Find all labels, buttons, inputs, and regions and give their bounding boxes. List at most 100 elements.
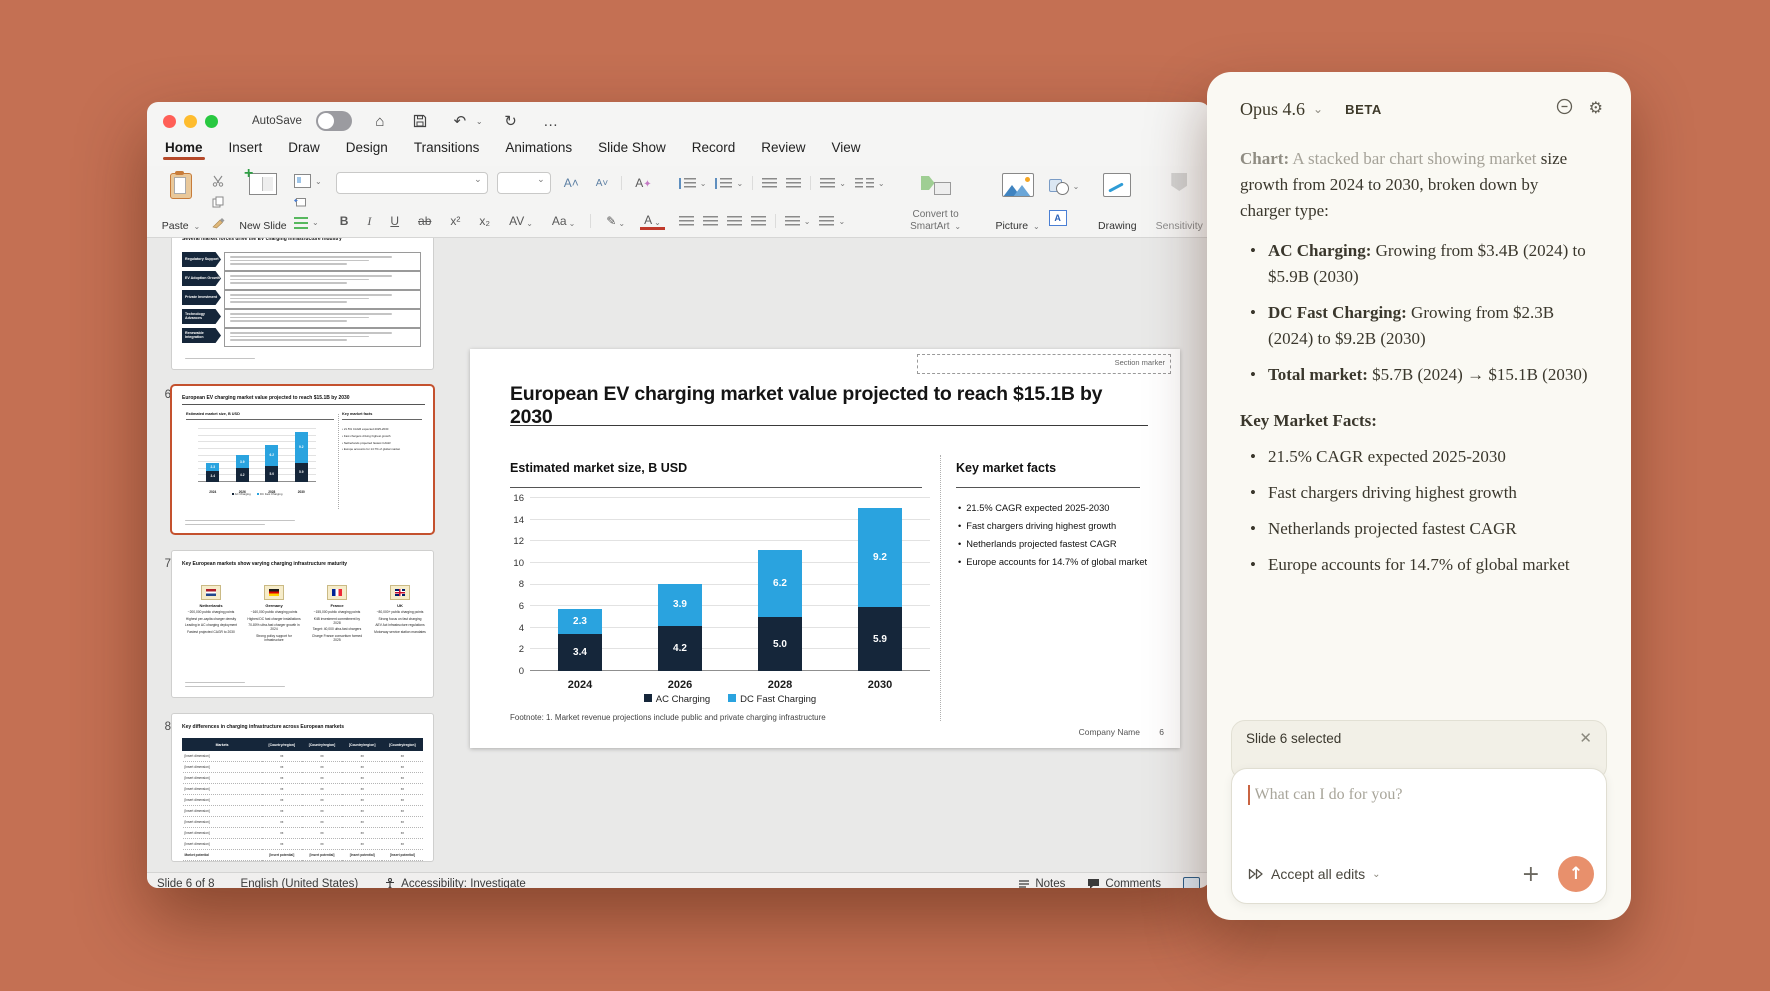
chat-input[interactable] — [1252, 785, 1592, 805]
increase-font-icon[interactable]: A˄ — [560, 176, 583, 190]
align-text-icon[interactable]: ⌄ — [819, 214, 845, 229]
company-name[interactable]: Company Name — [1079, 727, 1140, 737]
strikethrough-icon[interactable]: ab — [414, 214, 435, 228]
tab-view[interactable]: View — [832, 140, 861, 160]
model-name[interactable]: Opus 4.6 — [1240, 99, 1305, 120]
slide-layout-icon[interactable]: ⌄ — [294, 174, 322, 189]
format-painter-icon[interactable] — [212, 215, 225, 230]
superscript-icon[interactable]: x² — [446, 214, 464, 228]
tab-draw[interactable]: Draw — [288, 140, 320, 160]
paste-button[interactable]: Paste ⌄ — [157, 169, 205, 235]
align-left-icon[interactable] — [678, 214, 694, 229]
cut-icon[interactable] — [212, 174, 225, 189]
shapes-icon[interactable]: ⌄ — [1048, 178, 1079, 195]
notes-button[interactable]: Notes — [1018, 878, 1065, 888]
tab-slide-show[interactable]: Slide Show — [598, 140, 666, 160]
facts-list[interactable]: • 21.5% CAGR expected 2025-2030 • Fast cha… — [958, 503, 1148, 575]
ribbon-tabs: Home Insert Draw Design Transitions Animation… — [147, 140, 1210, 166]
tab-home[interactable]: Home — [163, 140, 205, 160]
feedback-bubble-icon[interactable] — [1556, 98, 1573, 120]
market-force-tag: Renewable Integration — [182, 328, 221, 343]
thumbnail-slide-6-selected[interactable]: European EV charging market value projec… — [172, 386, 433, 533]
highlight-icon[interactable]: ✎ ⌄ — [602, 214, 629, 228]
autosave-label: AutoSave — [252, 115, 302, 127]
model-chevron-down-icon[interactable]: ⌄ — [1313, 102, 1323, 116]
accessibility-status[interactable]: Accessibility: Investigate — [384, 877, 526, 888]
undo-chevron-icon[interactable]: ⌄ — [476, 117, 483, 126]
tab-record[interactable]: Record — [692, 140, 736, 160]
more-commands-icon[interactable]: … — [539, 113, 563, 130]
add-attachment-button[interactable]: + — [1522, 862, 1540, 887]
bar-segment: 2.3 — [206, 463, 220, 471]
slide-title[interactable]: European EV charging market value projec… — [510, 383, 1130, 429]
zoom-window-button[interactable] — [205, 114, 218, 128]
slide-counter: Slide 6 of 8 — [157, 878, 215, 888]
section-icon[interactable]: ⌄ — [294, 215, 322, 230]
normal-view-button[interactable] — [1183, 876, 1200, 888]
decrease-font-icon[interactable]: A˅ — [592, 178, 613, 189]
thumbnail-slide-8[interactable]: Key differences in charging infrastructu… — [172, 714, 433, 861]
axis-tick-label: 10 — [513, 557, 524, 569]
tab-animations[interactable]: Animations — [505, 140, 572, 160]
justify-icon[interactable] — [750, 214, 766, 229]
facts-header[interactable]: Key market facts — [956, 461, 1056, 475]
font-color-icon[interactable]: A ⌄ — [640, 213, 665, 230]
text-direction-icon[interactable]: ⌄ — [784, 214, 810, 229]
home-icon[interactable]: ⌂ — [368, 113, 392, 130]
sensitivity-button[interactable]: Sensitivity — [1155, 169, 1203, 235]
section-marker-placeholder[interactable]: Section marker — [917, 354, 1171, 374]
reset-slide-icon[interactable] — [294, 194, 322, 209]
stacked-bar-chart[interactable]: 0 2 4 6 8 10 12 14 16 3.4 2.3 2024 4.2 3.9 2026 5.0 6.2 2… — [513, 493, 930, 691]
language-status[interactable]: English (United States) — [241, 878, 359, 888]
bold-icon[interactable]: B — [336, 214, 353, 228]
align-center-icon[interactable] — [702, 214, 718, 229]
numbered-list-icon[interactable]: ⌄ — [715, 176, 743, 191]
clear-formatting-icon[interactable]: A ✦ — [631, 176, 655, 190]
close-window-button[interactable] — [163, 114, 176, 128]
line-spacing-icon[interactable]: ⌄ — [820, 176, 846, 191]
bar-segment: 5.9 — [858, 607, 902, 671]
tab-transitions[interactable]: Transitions — [414, 140, 480, 160]
paragraph-group: ⌄ ⌄ ⌄ ⌄ ⌄ ⌄ — [678, 169, 885, 235]
chart-header[interactable]: Estimated market size, B USD — [510, 461, 687, 475]
increase-indent-icon[interactable] — [786, 176, 802, 191]
change-case-icon[interactable]: Aa ⌄ — [548, 214, 579, 228]
new-slide-button[interactable]: New Slide — [239, 165, 287, 235]
save-icon[interactable] — [408, 114, 432, 128]
character-spacing-icon[interactable]: AV ⌄ — [505, 214, 537, 228]
underline-icon[interactable]: U — [386, 214, 403, 228]
picture-button[interactable]: Picture ⌄ — [994, 169, 1042, 235]
slide-editor[interactable]: Section marker European EV charging mark… — [470, 349, 1180, 748]
comments-button[interactable]: Comments — [1087, 878, 1161, 888]
thumbnail-slide-7[interactable]: Key European markets show varying chargi… — [172, 551, 433, 697]
tab-insert[interactable]: Insert — [229, 140, 263, 160]
bullet-list-icon[interactable]: ⌄ — [678, 176, 706, 191]
tab-review[interactable]: Review — [761, 140, 805, 160]
send-button[interactable]: ↑ — [1558, 856, 1594, 892]
composer: Slide 6 selected ✕ Accept all edits ⌄ + … — [1231, 720, 1607, 904]
close-icon[interactable]: ✕ — [1579, 731, 1592, 746]
subscript-icon[interactable]: x₂ — [475, 214, 494, 228]
thumbnail-slide-5[interactable]: Several market forces drive the EV charg… — [172, 238, 433, 369]
minimize-window-button[interactable] — [184, 114, 197, 128]
redo-icon[interactable]: ↻ — [499, 112, 523, 130]
tab-design[interactable]: Design — [346, 140, 388, 160]
columns-icon[interactable]: ⌄ — [854, 176, 885, 191]
undo-icon[interactable]: ↶ — [448, 112, 472, 130]
text-box-icon[interactable]: A — [1048, 209, 1080, 226]
drawing-button[interactable]: Drawing — [1093, 169, 1141, 235]
accept-all-edits-button[interactable]: Accept all edits ⌄ — [1248, 866, 1381, 882]
font-name-select[interactable] — [335, 172, 488, 194]
align-right-icon[interactable] — [726, 214, 742, 229]
autosave-toggle[interactable] — [315, 111, 352, 131]
convert-smartart-button[interactable]: Convert to SmartArt ⌄ — [892, 169, 980, 235]
decrease-indent-icon[interactable] — [762, 176, 778, 191]
value-label: 5.0 — [773, 638, 787, 650]
axis-tick-label: 0 — [518, 665, 524, 677]
bar-segment: 2.3 — [558, 609, 602, 635]
font-size-select[interactable] — [496, 172, 551, 194]
slide-footnote[interactable]: Footnote: 1. Market revenue projections … — [510, 713, 826, 722]
italic-icon[interactable]: I — [363, 214, 375, 229]
copy-icon[interactable] — [212, 194, 225, 209]
settings-gear-icon[interactable]: ⚙ — [1589, 98, 1603, 120]
